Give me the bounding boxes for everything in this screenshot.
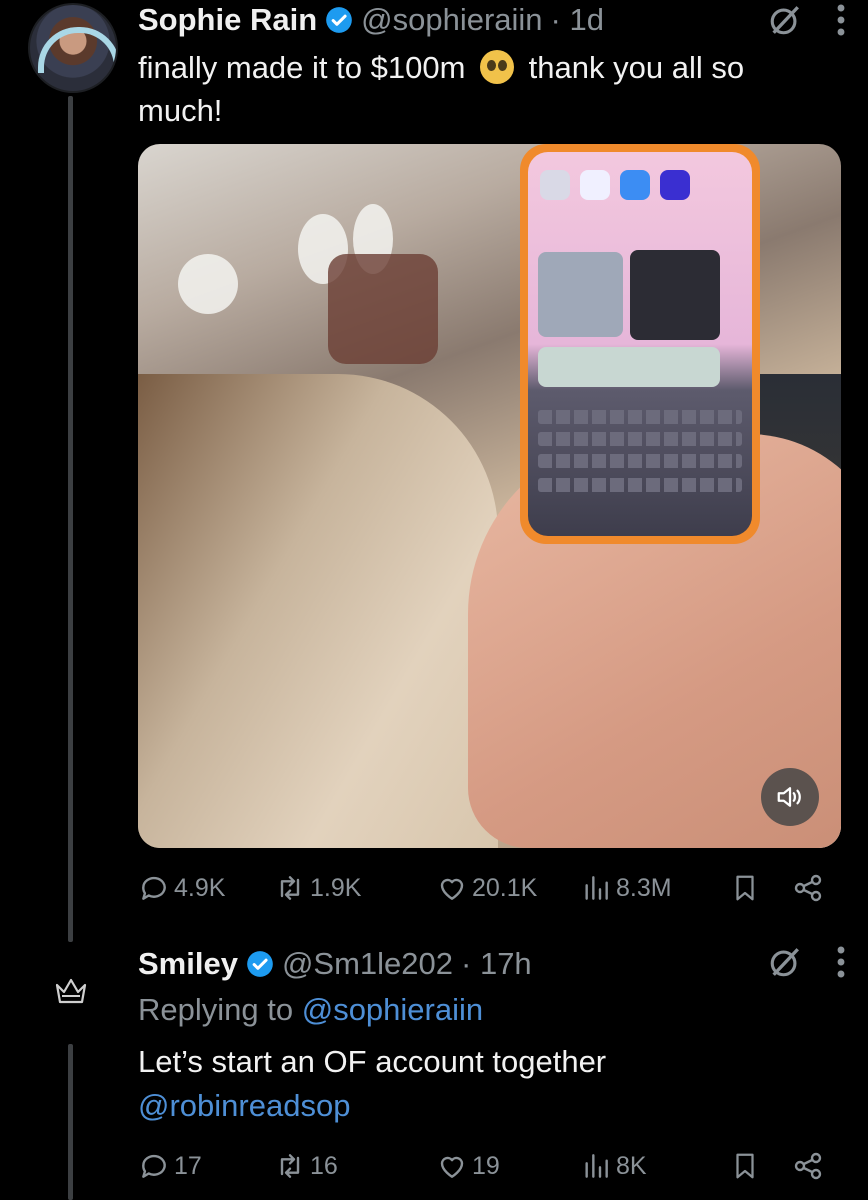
views-chart-icon	[585, 876, 608, 900]
tweet-text-part1: finally made it to $100m	[138, 50, 466, 85]
repost-button[interactable]: 16	[274, 1150, 338, 1182]
more-options-icon[interactable]	[834, 2, 848, 38]
views-button[interactable]: 8K	[580, 1150, 647, 1182]
avatar[interactable]	[28, 3, 118, 93]
hair-shape	[138, 374, 498, 848]
phone-screen	[528, 152, 752, 536]
thread-line-lower	[68, 1044, 73, 1200]
repost-count: 1.9K	[310, 873, 362, 902]
reply-author-handle[interactable]: @Sm1le202	[282, 946, 453, 982]
heart-icon	[440, 878, 464, 900]
grok-icon[interactable]	[768, 945, 802, 979]
tweet-video[interactable]	[138, 144, 841, 848]
repost-icon	[280, 876, 300, 900]
views-chart-icon	[585, 1154, 608, 1178]
author-name[interactable]: Sophie Rain	[138, 2, 317, 38]
keyboard-row	[538, 478, 742, 492]
like-button[interactable]: 20.1K	[436, 872, 537, 904]
replying-to-handle-link[interactable]: @sophieraiin	[302, 992, 483, 1027]
tweet-text: finally made it to $100m thank you all s…	[138, 46, 828, 132]
views-button[interactable]: 8.3M	[580, 872, 672, 904]
keyboard-row	[538, 432, 742, 446]
like-button[interactable]: 19	[436, 1150, 500, 1182]
reply-icon	[142, 876, 166, 900]
repost-icon	[280, 1154, 300, 1178]
plane-window	[178, 254, 238, 314]
heart-icon	[440, 1156, 464, 1178]
crown-avatar-icon[interactable]	[54, 976, 88, 1006]
mention-link[interactable]: @robinreadsop	[138, 1084, 818, 1128]
repost-button[interactable]: 1.9K	[274, 872, 361, 904]
more-options-icon[interactable]	[834, 944, 848, 980]
plane-seat	[328, 254, 438, 364]
tweet-time: · 1d	[550, 2, 604, 37]
speaker-icon	[777, 787, 801, 807]
bookmark-icon[interactable]	[730, 1150, 760, 1182]
reply-count: 4.9K	[174, 873, 226, 902]
headset-shape	[38, 27, 116, 73]
reply-count: 17	[174, 1151, 202, 1180]
replying-to: Replying to @sophieraiin	[138, 992, 483, 1028]
share-icon[interactable]	[792, 1150, 824, 1182]
reply-icon	[142, 1154, 166, 1178]
reply-header: Smiley @Sm1le202 · 17h	[138, 942, 848, 986]
keyboard-row	[538, 454, 742, 468]
thread-line	[68, 96, 73, 942]
repost-count: 16	[310, 1151, 338, 1180]
reply-text: Let’s start an OF account together @robi…	[138, 1040, 818, 1128]
views-count: 8.3M	[616, 873, 672, 902]
replying-to-label: Replying to	[138, 992, 294, 1027]
grok-icon[interactable]	[768, 3, 802, 37]
author-handle[interactable]: @sophieraiin	[361, 2, 542, 38]
app-icon	[660, 170, 690, 200]
content-card	[538, 347, 720, 387]
reply-button[interactable]: 17	[138, 1150, 202, 1182]
verified-badge-icon	[247, 951, 273, 977]
reply-text-body: Let’s start an OF account together	[138, 1044, 607, 1079]
content-card	[630, 250, 720, 340]
pleading-face-emoji-icon	[480, 50, 515, 84]
mute-toggle-button[interactable]	[761, 768, 819, 826]
verified-badge-icon	[326, 7, 352, 33]
content-card	[538, 252, 623, 337]
reply-time: · 17h	[461, 946, 532, 981]
app-icon	[540, 170, 570, 200]
like-count: 19	[472, 1151, 500, 1180]
app-icon	[620, 170, 650, 200]
tweet-header: Sophie Rain @sophieraiin · 1d	[138, 0, 848, 40]
app-icon	[580, 170, 610, 200]
reply-author-name[interactable]: Smiley	[138, 946, 238, 982]
keyboard-row	[538, 410, 742, 424]
share-icon[interactable]	[792, 872, 824, 904]
reply-actions: 17 16 19 8K	[138, 1148, 832, 1184]
like-count: 20.1K	[472, 873, 538, 902]
views-count: 8K	[616, 1151, 647, 1180]
tweet-actions: 4.9K 1.9K 20.1K 8.3M	[138, 870, 832, 906]
bookmark-icon[interactable]	[730, 872, 760, 904]
phone-in-video	[520, 144, 760, 544]
reply-button[interactable]: 4.9K	[138, 872, 225, 904]
